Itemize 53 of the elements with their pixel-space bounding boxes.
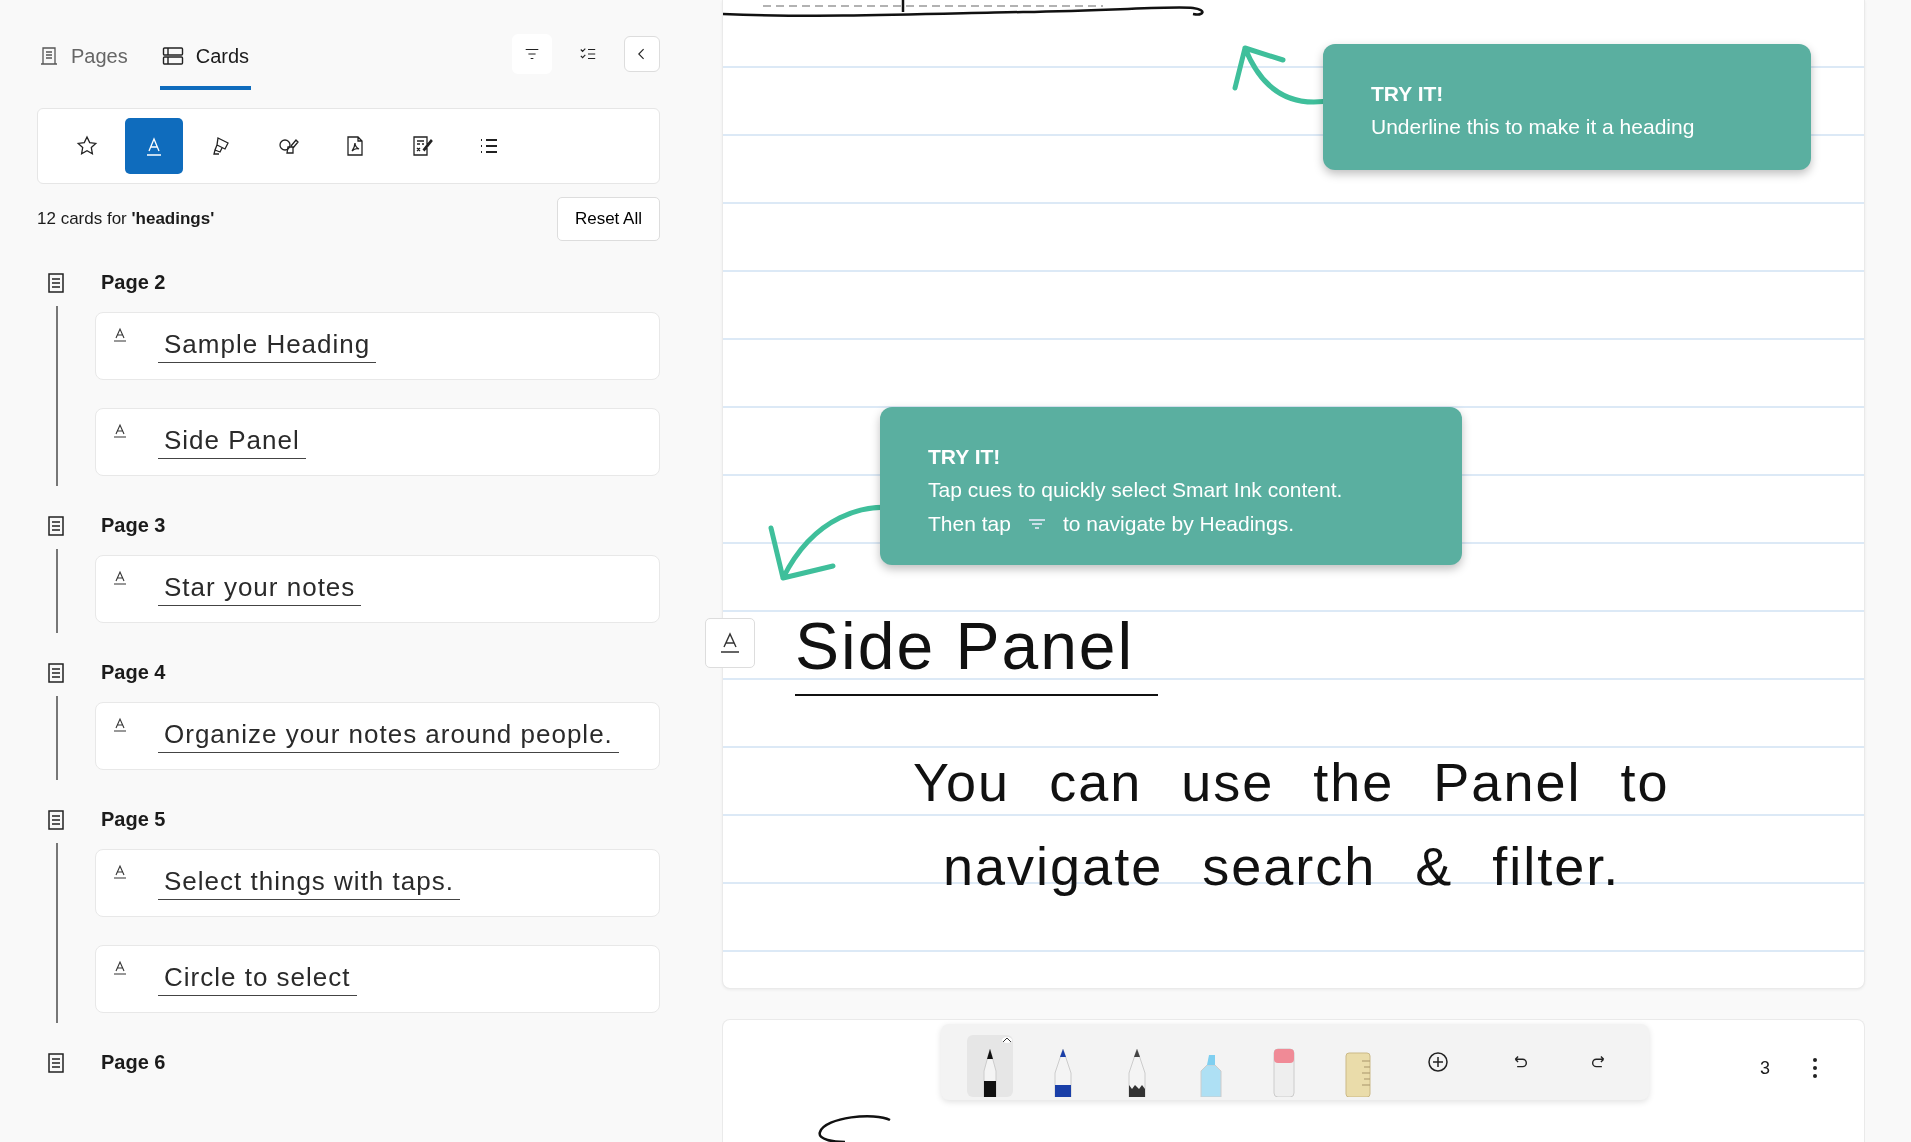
heading-card[interactable]: Circle to select: [95, 945, 660, 1013]
heading-icon: [718, 631, 742, 655]
handwritten-heading: Circle to select: [158, 962, 357, 996]
heading-icon: [112, 423, 128, 439]
handwritten-heading: Side Panel: [795, 608, 1159, 696]
cards-icon: [161, 46, 184, 66]
add-icon: [1426, 1050, 1451, 1074]
heading-cue-button[interactable]: [705, 618, 755, 668]
panel-tab[interactable]: Cards: [159, 22, 252, 90]
tip-text: Underline this to make it a heading: [1371, 114, 1696, 140]
heading-card[interactable]: Sample Heading: [95, 312, 660, 380]
heading-icon: [112, 717, 128, 733]
heading-icon: [112, 327, 128, 343]
heading-card[interactable]: Select things with taps.: [95, 849, 660, 917]
page-title: Page 5: [101, 808, 166, 831]
heading-card[interactable]: Side Panel: [95, 408, 660, 476]
handwritten-heading: Star your notes: [158, 572, 362, 606]
page-title: Page 3: [101, 514, 166, 537]
page-icon: [47, 1051, 65, 1074]
tip-text: Then tap: [928, 511, 1011, 537]
heading-icon: [112, 864, 128, 880]
page-icon: [47, 661, 65, 684]
heading-card[interactable]: Star your notes: [95, 555, 660, 623]
tip-title: TRY IT!: [1371, 81, 1445, 107]
handwritten-text: navigate search & filter.: [943, 835, 1622, 898]
math-icon: [410, 134, 434, 158]
handwritten-heading: Side Panel: [158, 425, 306, 459]
heading-icon: [112, 960, 128, 976]
result-count: 12 cards for 'headings': [37, 209, 215, 229]
page-title: Page 2: [101, 271, 166, 294]
heading-card[interactable]: Organize your notes around people.: [95, 702, 660, 770]
reset-all-button[interactable]: Reset All: [556, 197, 660, 241]
page-icon: [47, 271, 65, 294]
page-icon: [47, 808, 65, 831]
filter-icon: [1026, 517, 1047, 531]
more-icon: [1812, 1056, 1818, 1080]
handwritten-heading: Organize your notes around people.: [158, 719, 619, 753]
heading-filter-button[interactable]: [125, 118, 183, 174]
marker-tool-button[interactable]: [967, 1035, 1013, 1097]
tip-text: to navigate by Headings.: [1062, 511, 1295, 537]
document-icon: [39, 46, 59, 66]
caret-icon: [1001, 1037, 1012, 1043]
page-number: 3: [1760, 1058, 1770, 1079]
page-icon: [47, 514, 65, 537]
handwritten-text: You can use the Panel to: [913, 751, 1670, 814]
tip-text: Tap cues to quickly select Smart Ink content.: [928, 477, 1344, 503]
heading-icon: [112, 570, 128, 586]
handwritten-heading: Sample Heading: [158, 329, 377, 363]
page-title: Page 4: [101, 661, 166, 684]
panel-tab[interactable]: Pages: [37, 22, 130, 90]
handwritten-heading: Select things with taps.: [158, 866, 460, 900]
tip-title: TRY IT!: [928, 444, 1002, 470]
page-title: Page 6: [101, 1051, 166, 1074]
